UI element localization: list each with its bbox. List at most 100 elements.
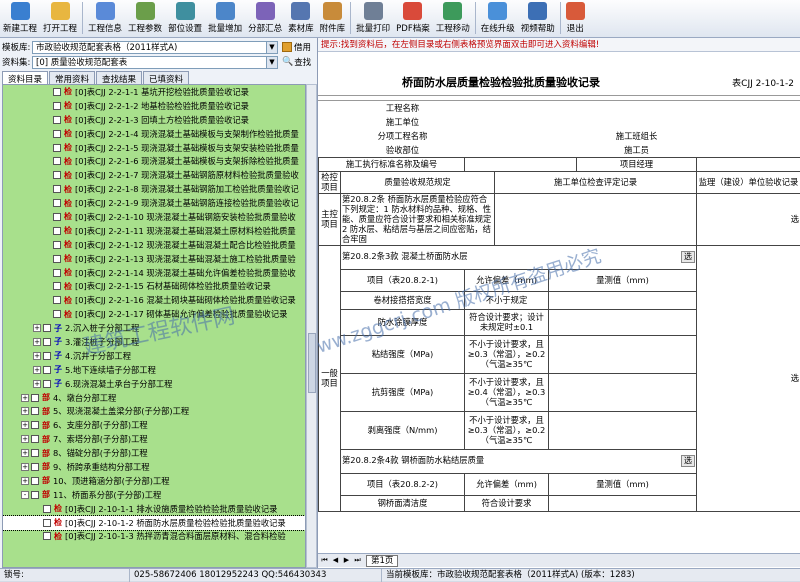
expand-icon[interactable]: +	[33, 351, 41, 360]
tree-checkbox[interactable]	[43, 337, 51, 346]
tree-item[interactable]: + 子 3.灌注桩子分部工程	[3, 335, 305, 349]
tree-checkbox[interactable]	[53, 240, 61, 249]
tree-checkbox[interactable]	[43, 324, 51, 333]
tree-checkbox[interactable]	[53, 101, 61, 110]
tree-item[interactable]: 检 [0]表CJJ 2-2-1-12 现浇混凝土基础混凝土配合比检验批质量	[3, 238, 305, 252]
tree-checkbox[interactable]	[31, 407, 39, 416]
tree-checkbox[interactable]	[53, 143, 61, 152]
expand-icon[interactable]: +	[21, 407, 29, 416]
select-button[interactable]: 选	[681, 251, 696, 263]
tree-item[interactable]: 检 [0]表CJJ 2-2-1-16 混凝土砌块基础砌体检验批质量验收记录	[3, 293, 305, 307]
tree-item[interactable]: 检 [0]表CJJ 2-10-1-2 桥面防水层质量检验检验批质量验收记录	[3, 514, 305, 531]
expand-icon[interactable]: +	[21, 462, 29, 471]
tree-item[interactable]: 检 [0]表CJJ 2-2-1-4 现浇混凝土基础模板与支架制作检验批质量	[3, 127, 305, 141]
tree-item[interactable]: 检 [0]表CJJ 2-10-1-1 排水设施质量检验检验批质量验收记录	[3, 502, 305, 516]
toolbar-button-11[interactable]: 工程移动	[433, 0, 473, 37]
toolbar-button-6[interactable]: 分部汇总	[245, 0, 285, 37]
tree-checkbox[interactable]	[53, 87, 61, 96]
tree-item[interactable]: + 子 5.地下连续墙子分部工程	[3, 363, 305, 377]
tree-checkbox[interactable]	[53, 268, 61, 277]
tree-item[interactable]: + 部 6、支座分部(子分部)工程	[3, 418, 305, 432]
tree-item[interactable]: + 子 6.现浇混凝土承台子分部工程	[3, 377, 305, 391]
tree-checkbox[interactable]	[53, 199, 61, 208]
tree-checkbox[interactable]	[43, 365, 51, 374]
measure-grid[interactable]	[550, 347, 696, 361]
tree-checkbox[interactable]	[53, 296, 61, 305]
tree-item[interactable]: 检 [0]表CJJ 2-2-1-14 现浇混凝土基础允许偏差检验批质量验收	[3, 266, 305, 280]
tree-item[interactable]: + 部 4、墩台分部工程	[3, 391, 305, 405]
measure-grid[interactable]	[550, 385, 696, 399]
borrow-icon[interactable]	[282, 42, 292, 52]
tree-item[interactable]: 检 [0]表CJJ 2-2-1-6 现浇混凝土基础模板与支架拆除检验批质量	[3, 154, 305, 168]
tree-item[interactable]: 检 [0]表CJJ 2-2-1-1 基坑开挖检验批质量验收记录	[3, 85, 305, 99]
tree-item[interactable]: 检 [0]表CJJ 2-2-1-17 砌体基础允许偏差检验批质量验收记录	[3, 307, 305, 321]
tree-checkbox[interactable]	[43, 379, 51, 388]
expand-icon[interactable]: +	[33, 365, 41, 374]
chevron-down-icon[interactable]: ▼	[266, 41, 277, 53]
search-icon[interactable]: 🔍	[282, 57, 293, 67]
tree-checkbox[interactable]	[53, 310, 61, 319]
toolbar-button-1[interactable]: 打开工程	[40, 0, 80, 37]
select-button[interactable]: 选	[791, 214, 799, 224]
tree-checkbox[interactable]	[43, 518, 51, 527]
tree-item[interactable]: + 部 9、桥跨承重结构分部工程	[3, 460, 305, 474]
tree-item[interactable]: 检 [0]表CJJ 2-2-1-9 现浇混凝土基础钢筋连接检验批质量验收记	[3, 196, 305, 210]
search-button[interactable]: 查找	[294, 56, 311, 68]
toolbar-button-3[interactable]: 工程参数	[125, 0, 165, 37]
tree-item[interactable]: + 子 2.沉入桩子分部工程	[3, 321, 305, 335]
tab-1[interactable]: 常用资料	[49, 71, 96, 85]
tree-item[interactable]: 检 [0]表CJJ 2-2-1-5 现浇混凝土基础模板与支架安装检验批质量	[3, 141, 305, 155]
tree-scrollbar[interactable]	[306, 84, 317, 568]
tree-item[interactable]: 检 [0]表CJJ 2-2-1-2 地基检验检验批质量验收记录	[3, 99, 305, 113]
prev-sheet-icon[interactable]: ◀	[331, 556, 340, 565]
tree-item[interactable]: + 部 7、索塔分部(子分部)工程	[3, 432, 305, 446]
tree-checkbox[interactable]	[43, 504, 51, 513]
tree-checkbox[interactable]	[53, 129, 61, 138]
tree-item[interactable]: 检 [0]表CJJ 2-2-1-3 回填土方检验批质量验收记录	[3, 113, 305, 127]
select-button[interactable]: 选	[791, 373, 799, 383]
toolbar-button-9[interactable]: 批量打印	[353, 0, 393, 37]
tree-checkbox[interactable]	[31, 435, 39, 444]
measure-grid[interactable]	[550, 496, 696, 510]
expand-icon[interactable]: +	[21, 421, 29, 430]
tree-item[interactable]: 检 [0]表CJJ 2-2-1-11 现浇混凝土基础混凝土原材料检验批质量	[3, 224, 305, 238]
template-select[interactable]: 市政验收规范配套表格（2011样式A) ▼	[32, 40, 278, 54]
sheet-tab[interactable]: 第1页	[366, 554, 399, 567]
collapse-icon[interactable]: -	[21, 490, 29, 499]
tab-3[interactable]: 已填资料	[143, 71, 190, 85]
tree-checkbox[interactable]	[53, 185, 61, 194]
tree-checkbox[interactable]	[43, 351, 51, 360]
borrow-button[interactable]: 借用	[294, 41, 311, 53]
toolbar-button-2[interactable]: 工程信息	[85, 0, 125, 37]
tree-checkbox[interactable]	[31, 421, 39, 430]
tree-item[interactable]: + 部 5、现浇混凝土盖梁分部(子分部)工程	[3, 404, 305, 418]
measure-grid[interactable]	[550, 315, 696, 329]
toolbar-button-13[interactable]: 视频帮助	[518, 0, 558, 37]
chevron-down-icon[interactable]: ▼	[266, 56, 277, 68]
tree-item[interactable]: 检 [0]表CJJ 2-10-1-3 热拌沥青混合料面层原材料、混合料检验	[3, 530, 305, 544]
tab-2[interactable]: 查找结果	[96, 71, 143, 85]
tree-item[interactable]: 检 [0]表CJJ 2-2-1-8 现浇混凝土基础钢筋加工检验批质量验收记	[3, 182, 305, 196]
toolbar-button-4[interactable]: 部位设置	[165, 0, 205, 37]
tree-item[interactable]: + 子 4.沉井子分部工程	[3, 349, 305, 363]
tree-checkbox[interactable]	[53, 282, 61, 291]
expand-icon[interactable]: +	[33, 379, 41, 388]
tree-item[interactable]: - 部 11、桥面系分部(子分部)工程	[3, 488, 305, 502]
tree-item[interactable]: + 部 8、锚碇分部(子分部)工程	[3, 446, 305, 460]
expand-icon[interactable]: +	[21, 476, 29, 485]
tree-item[interactable]: + 部 10、顶进箱涵分部(子分部)工程	[3, 474, 305, 488]
toolbar-button-5[interactable]: 批量增加	[205, 0, 245, 37]
toolbar-button-8[interactable]: 附件库	[317, 0, 349, 37]
expand-icon[interactable]: +	[21, 393, 29, 402]
toolbar-button-0[interactable]: 新建工程	[0, 0, 40, 37]
expand-icon[interactable]: +	[21, 449, 29, 458]
toolbar-button-12[interactable]: 在线升级	[478, 0, 518, 37]
toolbar-button-14[interactable]: 退出	[563, 0, 588, 37]
select-button[interactable]: 选	[681, 455, 696, 467]
tree-checkbox[interactable]	[31, 462, 39, 471]
tree-checkbox[interactable]	[31, 490, 39, 499]
tree-item[interactable]: 检 [0]表CJJ 2-2-1-10 现浇混凝土基础钢筋安装检验批质量验收	[3, 210, 305, 224]
expand-icon[interactable]: +	[33, 324, 41, 333]
last-sheet-icon[interactable]: ⏭	[353, 556, 362, 565]
scroll-thumb[interactable]	[308, 333, 316, 393]
